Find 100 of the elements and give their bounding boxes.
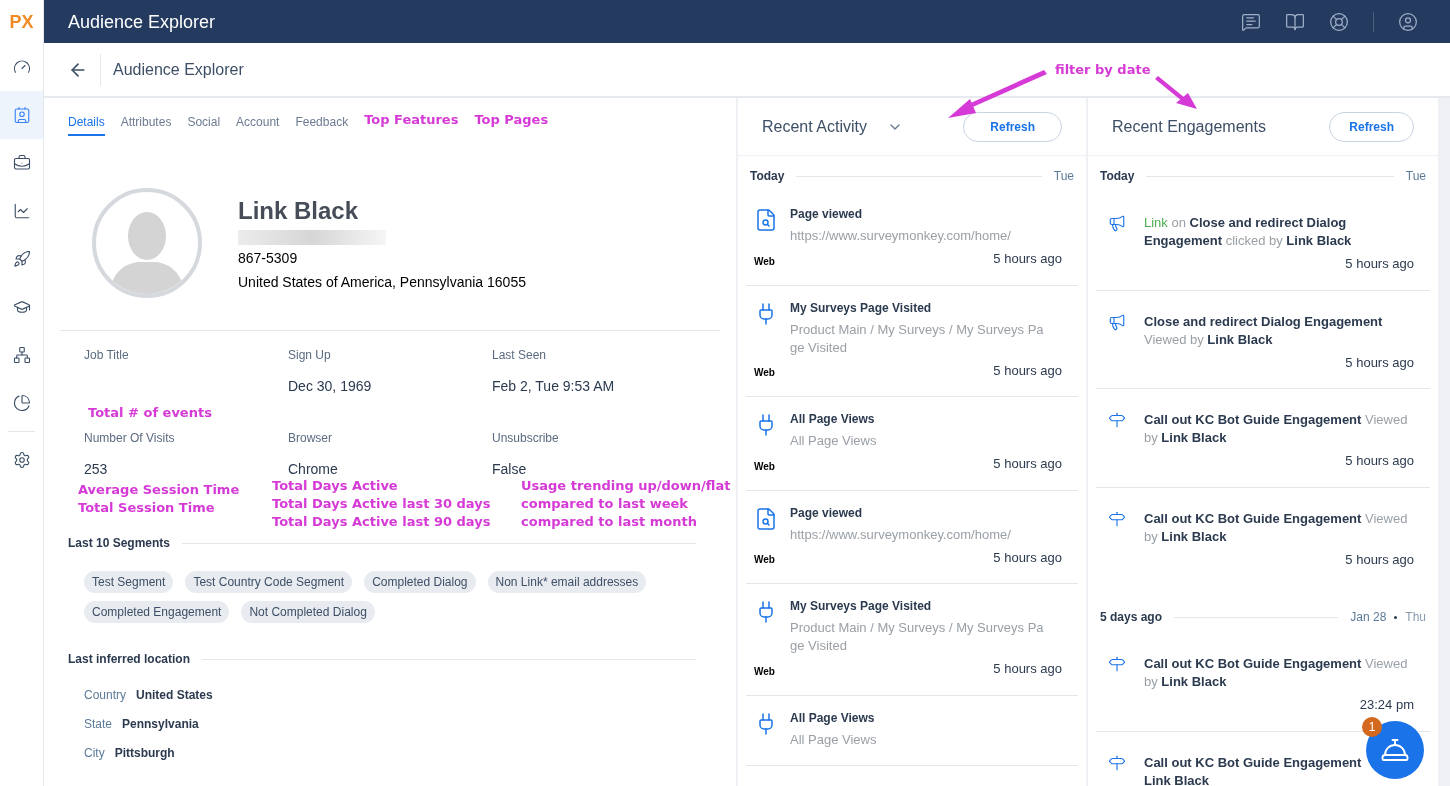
engagement-time: 5 hours ago	[1345, 550, 1414, 569]
location-value: Pennsylvania	[122, 716, 199, 732]
activity-detail: https://www.surveymonkey.com/home/	[790, 525, 1012, 544]
engagement-text: Call out KC Bot Guide Engagement Viewed by Link Black	[1144, 509, 1409, 546]
field-label: Sign Up	[288, 347, 332, 363]
activity-time: 5 hours ago	[993, 250, 1062, 268]
field-label: Last Seen	[492, 347, 548, 363]
logo[interactable]: PX	[9, 7, 34, 36]
activity-time: 5 hours ago	[993, 660, 1062, 678]
section-title: Last 10 Segments	[68, 535, 171, 551]
signpost-icon	[1108, 509, 1126, 528]
panel-title: Recent Engagements	[1112, 116, 1266, 137]
engagement-text: Call out KC Bot Guide Engagement Link Black	[1144, 753, 1363, 786]
activity-detail: Product Main / My Surveys / My Surveys Page Visited	[790, 320, 1045, 357]
activity-detail: Product Main / My Surveys / My Surveys Page Visited	[790, 619, 1045, 655]
segment-tag: Completed Dialog	[364, 571, 476, 593]
location-label: City	[84, 745, 105, 761]
activity-title: All Page Views	[790, 709, 876, 726]
activity-time: 5 hours ago	[993, 548, 1062, 567]
graduation-cap-icon	[12, 298, 31, 316]
activity-title: Page viewed	[790, 504, 864, 521]
contact-card-icon	[12, 106, 31, 124]
profile-phone: 867-5309	[238, 248, 299, 268]
signpost-icon	[1108, 411, 1126, 429]
tab[interactable]: Details	[68, 114, 105, 136]
field-label: Number Of Visits	[84, 430, 176, 446]
profile-name: Link Black	[238, 195, 360, 226]
field-label: Browser	[288, 430, 333, 446]
lifebuoy-icon	[1329, 11, 1349, 32]
segment-tag: Test Segment	[84, 571, 174, 593]
activity-detail: All Page Views	[790, 730, 878, 749]
engagement-time: 5 hours ago	[1345, 353, 1414, 372]
annotation-text: compared to last week	[521, 495, 689, 513]
activity-time: 5 hours ago	[993, 455, 1062, 473]
annotation-text: filter by date	[1055, 61, 1151, 79]
field-value: 253	[84, 460, 109, 477]
field-label: Unsubscribe	[492, 430, 560, 446]
line-chart-icon	[12, 202, 31, 220]
megaphone-icon	[1108, 312, 1126, 331]
source-label: Web	[754, 664, 775, 679]
document-icon	[754, 506, 778, 531]
source-label: Web	[754, 254, 775, 269]
field-value: Chrome	[288, 460, 339, 477]
annotation-text: Total Session Time	[78, 499, 216, 517]
pie-chart-icon	[12, 394, 31, 412]
engagement-text: Call out KC Bot Guide Engagement Viewed by Link Black	[1144, 655, 1409, 691]
activity-detail: https://www.surveymonkey.com/home/	[790, 227, 1012, 245]
group-label: Today	[750, 168, 785, 184]
book-icon	[1285, 11, 1305, 32]
activity-title: My Surveys Page Visited	[790, 299, 933, 316]
tab[interactable]: Attributes	[120, 114, 172, 136]
tree-icon	[12, 346, 31, 364]
source-label: Web	[754, 366, 775, 380]
location-label: State	[84, 716, 113, 732]
annotation-text: Top Pages	[474, 111, 549, 129]
rocket-icon	[12, 250, 31, 268]
annotation-text: Average Session Time	[78, 481, 241, 499]
engagement-text: Call out KC Bot Guide Engagement Viewed by Link Black	[1144, 411, 1409, 447]
field-value: False	[492, 460, 528, 477]
megaphone-icon	[1108, 214, 1126, 232]
document-icon	[754, 208, 778, 232]
segment-tag: Test Country Code Segment	[185, 571, 353, 593]
segment-tag: Not Completed Dialog	[241, 601, 375, 623]
user-icon	[1398, 11, 1418, 32]
help-button[interactable]	[1366, 721, 1424, 779]
location-value: Pittsburgh	[114, 745, 175, 761]
briefcase-icon	[12, 154, 31, 172]
activity-time: 5 hours ago	[993, 361, 1062, 380]
group-date: Jan 28	[1350, 609, 1387, 625]
settings-icon	[12, 451, 31, 469]
annotation-text: Top Features	[364, 111, 459, 129]
engagement-time: 5 hours ago	[1345, 452, 1414, 470]
group-day: Thu	[1405, 609, 1426, 625]
activity-title: Page viewed	[790, 206, 864, 222]
annotation-text: Usage trending up/down/flat	[521, 477, 731, 495]
profile-location: United States of America, Pennsylvania 16055	[238, 272, 526, 292]
annotation-text: Total Days Active last 30 days	[272, 495, 492, 513]
tab[interactable]: Account	[236, 114, 280, 136]
sidebar-item[interactable]	[0, 91, 43, 139]
page-title: Audience Explorer	[113, 59, 244, 80]
annotation-text: compared to last month	[521, 513, 698, 531]
chat-icon	[1241, 11, 1261, 32]
signpost-icon	[1108, 753, 1126, 772]
notification-badge: 1	[1362, 717, 1382, 737]
gauge-icon	[12, 58, 31, 76]
annotation-text: Total # of events	[88, 405, 212, 420]
group-date: Tue	[1053, 168, 1074, 184]
scrollbar[interactable]	[1438, 98, 1450, 786]
group-label: 5 days ago	[1100, 609, 1163, 625]
activity-title: All Page Views	[790, 411, 876, 427]
annotation-text: Total Days Active	[272, 477, 399, 495]
tab[interactable]: Social	[187, 114, 221, 136]
segment-tag: Non Link* email addresses	[487, 571, 647, 593]
engagement-time: 5 hours ago	[1345, 255, 1414, 273]
group-label: Today	[1100, 168, 1135, 184]
engagement-text: Close and redirect Dialog Engagement Viewed by Link Black	[1144, 312, 1384, 349]
segment-tag: Completed Engagement	[84, 601, 230, 623]
tab[interactable]: Feedback	[295, 114, 349, 136]
annotation-text: Total Days Active last 90 days	[272, 513, 492, 531]
source-label: Web	[754, 459, 775, 474]
